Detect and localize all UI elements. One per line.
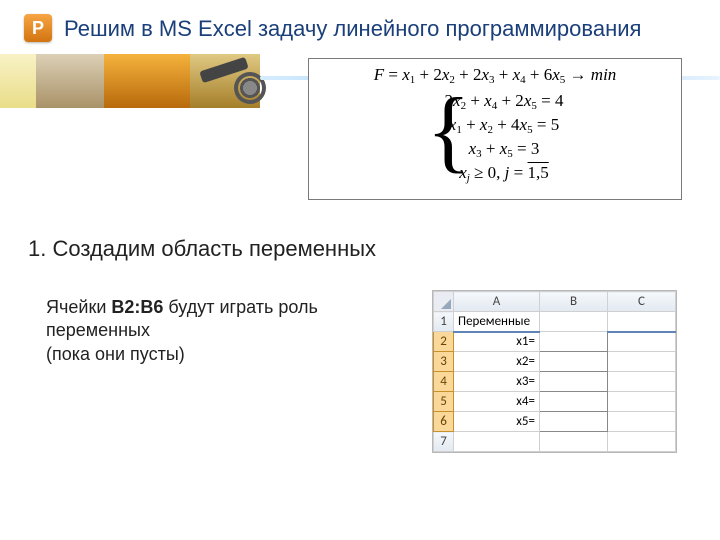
cell-C7[interactable] bbox=[608, 432, 676, 452]
cell-range: B2:B6 bbox=[111, 297, 163, 317]
cell-B3[interactable] bbox=[540, 352, 608, 372]
row-header-1[interactable]: 1 bbox=[434, 312, 454, 332]
cell-A1[interactable]: Переменные bbox=[454, 312, 540, 332]
cell-B5[interactable] bbox=[540, 392, 608, 412]
cell-C6[interactable] bbox=[608, 412, 676, 432]
cell-C2[interactable] bbox=[608, 332, 676, 352]
cell-C5[interactable] bbox=[608, 392, 676, 412]
row-header-3[interactable]: 3 bbox=[434, 352, 454, 372]
page-title: Решим в MS Excel задачу линейного програ… bbox=[64, 16, 641, 42]
row-header-7[interactable]: 7 bbox=[434, 432, 454, 452]
cell-A7[interactable] bbox=[454, 432, 540, 452]
cell-B2[interactable] bbox=[540, 332, 608, 352]
cell-B1[interactable] bbox=[540, 312, 608, 332]
col-header-B[interactable]: B bbox=[540, 292, 608, 312]
col-header-A[interactable]: A bbox=[454, 292, 540, 312]
row-header-6[interactable]: 6 bbox=[434, 412, 454, 432]
cell-B4[interactable] bbox=[540, 372, 608, 392]
constraint-system: { 2x2 + x4 + 2x5 = 4x1 + x2 + 4x5 = 5x3 … bbox=[427, 90, 564, 185]
cell-B6[interactable] bbox=[540, 412, 608, 432]
decorative-ribbon bbox=[0, 54, 340, 108]
cell-C4[interactable] bbox=[608, 372, 676, 392]
para-note: (пока они пусты) bbox=[46, 344, 185, 364]
para-prefix: Ячейки bbox=[46, 297, 111, 317]
app-icon: P bbox=[24, 14, 52, 42]
row-header-5[interactable]: 5 bbox=[434, 392, 454, 412]
col-header-C[interactable]: C bbox=[608, 292, 676, 312]
cell-B7[interactable] bbox=[540, 432, 608, 452]
excel-preview: ABC 1Переменные2x1=3x2=4x3=5x4=6x5=7 bbox=[432, 290, 677, 453]
formula-box: F = x1 + 2x2 + 2x3 + x4 + 6x5 → min { 2x… bbox=[308, 58, 682, 200]
cell-C3[interactable] bbox=[608, 352, 676, 372]
select-all-corner[interactable] bbox=[434, 292, 454, 312]
cell-C1[interactable] bbox=[608, 312, 676, 332]
description-paragraph: Ячейки B2:B6 будут играть роль переменны… bbox=[46, 296, 386, 366]
row-header-2[interactable]: 2 bbox=[434, 332, 454, 352]
cell-A2[interactable]: x1= bbox=[454, 332, 540, 352]
objective-function: F = x1 + 2x2 + 2x3 + x4 + 6x5 → min bbox=[309, 65, 681, 86]
cell-A5[interactable]: x4= bbox=[454, 392, 540, 412]
cell-A6[interactable]: x5= bbox=[454, 412, 540, 432]
cell-A4[interactable]: x3= bbox=[454, 372, 540, 392]
row-header-4[interactable]: 4 bbox=[434, 372, 454, 392]
cell-A3[interactable]: x2= bbox=[454, 352, 540, 372]
step-heading: 1. Создадим область переменных bbox=[28, 236, 376, 262]
